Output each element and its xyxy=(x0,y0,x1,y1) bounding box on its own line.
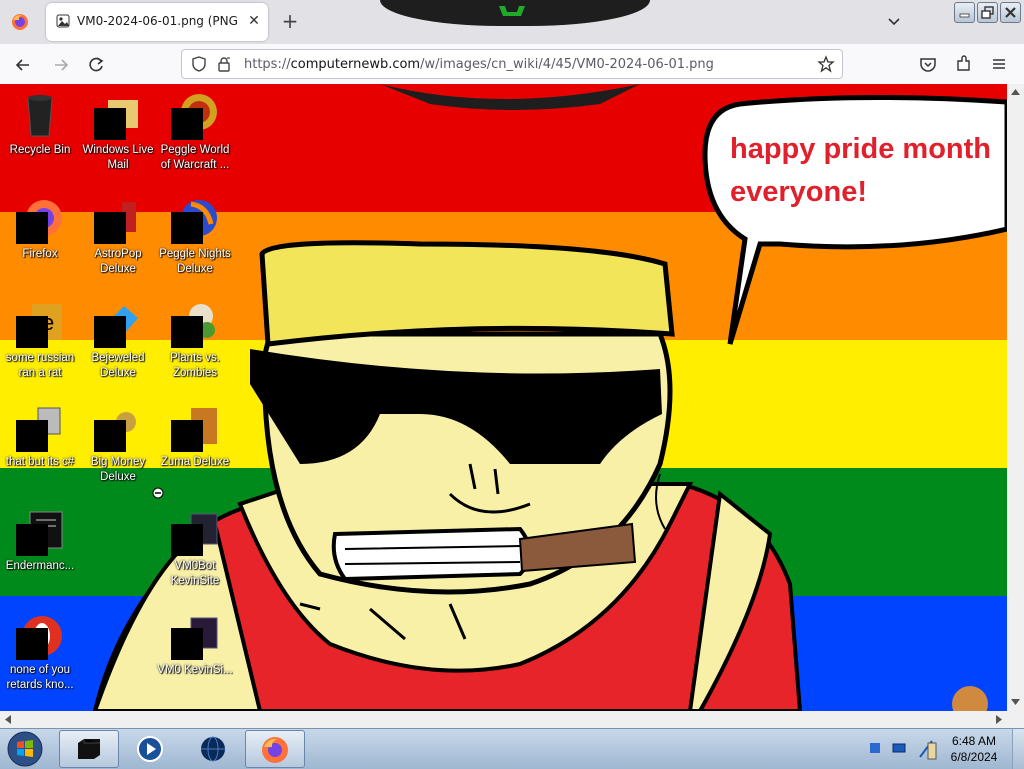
minimize-icon xyxy=(959,13,970,18)
taskbar-clock[interactable]: 6:48 AM 6/8/2024 xyxy=(938,733,1010,765)
taskbar-globe[interactable] xyxy=(184,730,242,766)
zoom-out-cursor-icon xyxy=(152,487,164,499)
windows-taskbar: 6:48 AM 6/8/2024 xyxy=(0,728,1024,769)
speech-text-line2: everyone! xyxy=(730,176,868,208)
desktop-icon-peggle-wow[interactable]: Peggle World of Warcraft ... xyxy=(155,92,235,173)
pocket-icon[interactable] xyxy=(918,54,938,74)
back-button[interactable] xyxy=(12,54,34,76)
address-bar[interactable]: https://computernewb.com/w/images/cn_wik… xyxy=(181,49,843,79)
scroll-corner xyxy=(1007,711,1024,728)
taskbar-media-player[interactable] xyxy=(121,730,179,766)
desktop-icon-recycle-bin[interactable]: Recycle Bin xyxy=(0,92,80,158)
tab-active[interactable]: VM0-2024-06-01.png (PNG Ima ✕ xyxy=(46,3,268,41)
icon-label: Peggle Nights Deluxe xyxy=(159,248,231,275)
bookmark-star-icon[interactable] xyxy=(817,55,835,73)
action-center-icon[interactable] xyxy=(916,737,938,761)
reload-button[interactable] xyxy=(85,54,107,76)
icon-label: Zuma Deluxe xyxy=(160,456,230,468)
horizontal-scrollbar[interactable] xyxy=(0,711,1007,728)
desktop-icon-bejeweled[interactable]: Bejeweled Deluxe xyxy=(78,300,158,381)
start-orb-icon[interactable] xyxy=(6,730,44,768)
desktop-icon-peggle-nights[interactable]: Peggle Nights Deluxe xyxy=(155,196,235,277)
navigation-toolbar: https://computernewb.com/w/images/cn_wik… xyxy=(0,44,1024,85)
desktop-icon-firefox[interactable]: Firefox xyxy=(0,196,80,262)
desktop-icon-vm0bot[interactable]: VM0Bot KevinSite xyxy=(155,508,235,589)
desktop-icon-russian-rat[interactable]: e some russian ran a rat xyxy=(0,300,80,381)
tab-bar: VM0-2024-06-01.png (PNG Ima ✕ + xyxy=(0,0,1024,44)
icon-label: Endermanc... xyxy=(5,560,75,572)
desktop-icon-zuma[interactable]: Zuma Deluxe xyxy=(155,404,235,470)
desktop-icon-opera[interactable]: none of you retards kno... xyxy=(0,612,80,693)
shield-icon[interactable] xyxy=(190,55,208,73)
clock-date: 6/8/2024 xyxy=(950,750,998,764)
icon-label: VM0Bot KevinSite xyxy=(170,560,220,587)
vertical-scrollbar[interactable] xyxy=(1007,84,1024,711)
show-desktop-button[interactable] xyxy=(1012,729,1024,769)
icon-label: VM0 KevinSi... xyxy=(157,664,233,676)
desktop-icon-that-but-csharp[interactable]: that but its c# xyxy=(0,404,80,470)
taskbar-firefox[interactable] xyxy=(245,730,305,768)
close-window-button[interactable] xyxy=(1000,2,1021,23)
image-file-icon xyxy=(56,14,70,28)
scroll-up-icon[interactable] xyxy=(1011,88,1020,96)
tray-app-icon[interactable] xyxy=(868,741,882,755)
tab-title: VM0-2024-06-01.png (PNG Ima xyxy=(77,14,242,28)
recycle-bin-icon xyxy=(27,95,53,137)
chevron-down-icon[interactable] xyxy=(884,11,904,31)
icon-label: Peggle World of Warcraft ... xyxy=(160,144,230,171)
taskbar-console-window[interactable] xyxy=(59,730,119,768)
icon-label: Bejeweled Deluxe xyxy=(91,352,145,379)
media-player-icon xyxy=(137,736,163,762)
firefox-menu-icon[interactable] xyxy=(10,12,30,32)
icon-label: none of you retards kno... xyxy=(6,664,74,691)
speech-text: happy pride month everyone! xyxy=(730,128,1007,214)
new-tab-button[interactable]: + xyxy=(279,10,301,32)
clock-time: 6:48 AM xyxy=(951,734,997,748)
desktop-icon-vm0-kevinsite[interactable]: VM0 KevinSi... xyxy=(155,612,235,678)
restore-icon xyxy=(981,6,994,19)
console-window-icon xyxy=(78,739,100,759)
icon-label: some russian ran a rat xyxy=(5,352,75,379)
browser-chrome: VM0-2024-06-01.png (PNG Ima ✕ + https://… xyxy=(0,0,1024,85)
close-icon xyxy=(1005,7,1016,18)
icon-label: Plants vs. Zombies xyxy=(170,352,220,379)
icon-label: Windows Live Mail xyxy=(82,144,154,171)
scroll-left-icon[interactable] xyxy=(4,715,12,724)
minimize-button[interactable] xyxy=(954,2,975,23)
icon-label: AstroPop Deluxe xyxy=(94,248,142,275)
icon-label: Big Money Deluxe xyxy=(90,456,146,483)
forward-button[interactable] xyxy=(50,54,72,76)
speech-text-line1: happy pride month xyxy=(730,133,991,165)
scroll-down-icon[interactable] xyxy=(1011,698,1020,706)
tab-close-button[interactable]: ✕ xyxy=(244,11,264,31)
extensions-icon[interactable] xyxy=(954,54,974,74)
globe-icon xyxy=(201,736,225,762)
green-indicator-icon xyxy=(499,6,525,16)
hamburger-menu-icon[interactable] xyxy=(989,54,1009,74)
desktop-icon-big-money[interactable]: Big Money Deluxe xyxy=(78,404,158,485)
icon-label: that but its c# xyxy=(5,456,75,468)
icon-label: Firefox xyxy=(22,248,58,260)
icon-label: Recycle Bin xyxy=(9,144,71,156)
desktop-icon-plants-vs-zombies[interactable]: Plants vs. Zombies xyxy=(155,300,235,381)
desktop-icon-windows-live-mail[interactable]: Windows Live Mail xyxy=(78,92,158,173)
url-text: https://computernewb.com/w/images/cn_wik… xyxy=(244,57,714,72)
scroll-right-icon[interactable] xyxy=(995,715,1003,724)
maximize-button[interactable] xyxy=(977,2,998,23)
desktop-icon-astropop[interactable]: AstroPop Deluxe xyxy=(78,196,158,277)
lock-icon[interactable] xyxy=(215,55,233,73)
network-icon[interactable] xyxy=(892,741,906,755)
desktop-icon-endermanch[interactable]: Endermanc... xyxy=(0,508,80,574)
firefox-icon xyxy=(262,737,288,763)
image-viewport[interactable]: happy pride month everyone! Recycle Bin … xyxy=(0,84,1007,711)
